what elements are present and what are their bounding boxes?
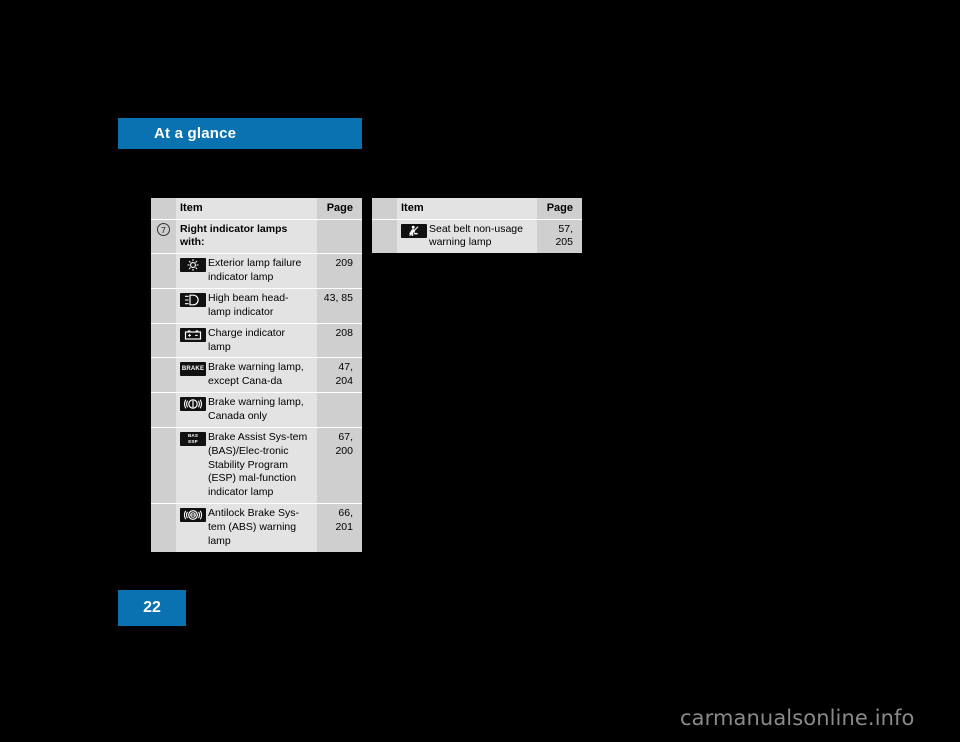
marker-header [372, 198, 397, 220]
page-header: Page [537, 198, 582, 220]
table-row: Brake warning lamp, Canada only [151, 392, 362, 428]
site-watermark: carmanualsonline.info [680, 706, 915, 730]
charge-indicator-icon [176, 322, 206, 358]
row-item-label: High beam head-lamp indicator [206, 287, 317, 324]
row-marker [372, 218, 397, 254]
row-page [317, 392, 362, 428]
exterior-lamp-failure-icon [176, 253, 206, 289]
row-marker [151, 287, 176, 324]
item-header: Item [397, 198, 537, 220]
item-marker: 7 [151, 218, 176, 254]
table-row: BRAKE Brake warning lamp, except Cana-da… [151, 357, 362, 393]
group-page [317, 218, 362, 254]
abs-icon [176, 503, 206, 552]
row-marker [151, 426, 176, 504]
row-item-label: Charge indicator lamp [206, 322, 317, 358]
row-marker [151, 392, 176, 428]
seat-belt-warning-icon [397, 218, 427, 254]
row-item-label: Antilock Brake Sys-tem (ABS) warning lam… [206, 503, 317, 552]
table-row: Exterior lamp failure indicator lamp 209 [151, 253, 362, 289]
chapter-title: At a glance [154, 125, 237, 142]
manual-page: At a glance Item Page 7 Right indicator … [0, 0, 960, 742]
row-page: 67, 200 [317, 426, 362, 504]
table-header-row: Item Page [151, 198, 362, 220]
table-row: BAS ESP Brake Assist Sys-tem (BAS)/Elec-t… [151, 426, 362, 504]
item-header: Item [176, 198, 317, 220]
row-item-label: Brake warning lamp, except Cana-da [206, 357, 317, 393]
row-item-label: Exterior lamp failure indicator lamp [206, 253, 317, 289]
row-page: 66, 201 [317, 503, 362, 552]
bas-esp-icon: BAS ESP [176, 426, 206, 504]
row-page: 209 [317, 253, 362, 289]
row-page: 47, 204 [317, 357, 362, 393]
row-page: 57, 205 [537, 218, 582, 254]
brake-circle-icon [176, 392, 206, 428]
table-row: High beam head-lamp indicator 43, 85 [151, 287, 362, 324]
circled-number-7: 7 [157, 222, 170, 236]
row-marker [151, 253, 176, 289]
indicator-lamp-table-left: Item Page 7 Right indicator lamps with: [151, 198, 362, 552]
row-page: 43, 85 [317, 287, 362, 324]
marker-header [151, 198, 176, 220]
table-row: Seat belt non-usage warning lamp 57, 205 [372, 218, 582, 254]
page-header: Page [317, 198, 362, 220]
table-row: Charge indicator lamp 208 [151, 322, 362, 358]
row-marker [151, 322, 176, 358]
row-item-label: Brake warning lamp, Canada only [206, 392, 317, 428]
row-page: 208 [317, 322, 362, 358]
high-beam-headlamp-icon [176, 287, 206, 324]
table-row: Antilock Brake Sys-tem (ABS) warning lam… [151, 503, 362, 552]
page-number-badge: 22 [118, 590, 186, 626]
group-label: Right indicator lamps with: [176, 218, 317, 254]
row-marker [151, 503, 176, 552]
chapter-banner: At a glance [118, 118, 362, 149]
row-item-label: Seat belt non-usage warning lamp [427, 218, 537, 254]
indicator-lamp-table-right: Item Page Seat belt non-usage warning la… [372, 198, 582, 254]
row-item-label: Brake Assist Sys-tem (BAS)/Elec-tronic S… [206, 426, 317, 504]
table-row-group: 7 Right indicator lamps with: [151, 218, 362, 254]
brake-text-icon: BRAKE [176, 357, 206, 393]
table-header-row: Item Page [372, 198, 582, 220]
row-marker [151, 357, 176, 393]
page-number: 22 [143, 599, 161, 616]
